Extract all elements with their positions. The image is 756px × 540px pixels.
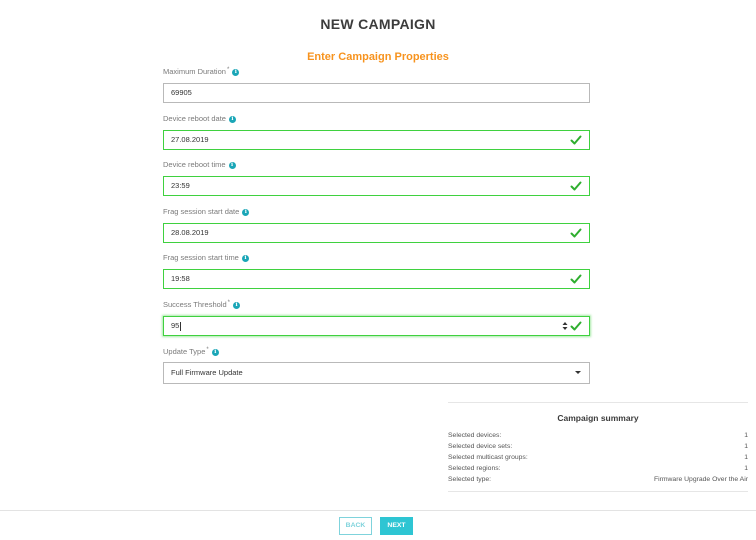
page-title: NEW CAMPAIGN xyxy=(320,16,436,32)
maximum-duration-field: Maximum Duration * i 69905 xyxy=(163,67,590,103)
field-label-text: Maximum Duration xyxy=(163,67,226,76)
field-label: Update Type * i xyxy=(163,347,590,357)
device-reboot-time-field: Device reboot time i 23:59 xyxy=(163,160,590,196)
required-mark: * xyxy=(206,347,209,353)
summary-row: Selected devices: 1 xyxy=(448,430,748,441)
input-value: 69905 xyxy=(171,88,192,97)
text-cursor xyxy=(180,321,182,331)
required-mark: * xyxy=(226,67,230,73)
check-icon xyxy=(570,135,582,145)
field-label-text: Update Type xyxy=(163,347,206,356)
frag-session-start-date-field: Frag session start date i 28.08.2019 xyxy=(163,207,590,243)
field-label: Frag session start date i xyxy=(163,207,590,217)
campaign-summary-panel: Campaign summary Selected devices: 1 Sel… xyxy=(448,402,748,492)
device-reboot-time-input[interactable]: 23:59 xyxy=(163,176,590,196)
info-icon[interactable]: i xyxy=(242,208,250,216)
check-icon xyxy=(570,274,582,284)
summary-row-label: Selected devices: xyxy=(448,432,502,439)
input-value: 95 xyxy=(171,321,180,330)
input-value: 23:59 xyxy=(171,181,190,190)
info-icon[interactable]: i xyxy=(241,254,249,262)
spinner-arrows-icon[interactable] xyxy=(562,321,568,331)
summary-row-label: Selected type: xyxy=(448,476,492,483)
summary-title: Campaign summary xyxy=(557,413,639,423)
input-value: 19:58 xyxy=(171,274,190,283)
device-reboot-date-input[interactable]: 27.08.2019 xyxy=(163,130,590,150)
summary-rows: Selected devices: 1 Selected device sets… xyxy=(448,430,748,485)
next-button[interactable]: NEXT xyxy=(380,517,413,535)
field-label-text: Frag session start date xyxy=(163,207,240,216)
check-icon xyxy=(570,321,582,331)
frag-session-start-date-input[interactable]: 28.08.2019 xyxy=(163,223,590,243)
summary-row: Selected device sets: 1 xyxy=(448,441,748,452)
summary-row: Selected type: Firmware Upgrade Over the… xyxy=(448,474,748,485)
update-type-field: Update Type * i Full Firmware Update xyxy=(163,347,590,384)
field-label: Device reboot time i xyxy=(163,160,590,170)
info-icon[interactable]: i xyxy=(228,161,236,169)
check-icon xyxy=(570,181,582,191)
field-label-text: Device reboot date xyxy=(163,114,226,123)
summary-row-value: 1 xyxy=(744,443,748,450)
field-label: Success Threshold * i xyxy=(163,300,590,310)
select-value: Full Firmware Update xyxy=(171,368,243,377)
field-label: Device reboot date i xyxy=(163,114,590,124)
input-value: 27.08.2019 xyxy=(171,135,209,144)
input-value: 28.08.2019 xyxy=(171,228,209,237)
info-icon[interactable]: i xyxy=(228,115,236,123)
field-label: Frag session start time i xyxy=(163,253,590,263)
frag-session-start-time-input[interactable]: 19:58 xyxy=(163,269,590,289)
success-threshold-input[interactable]: 95 xyxy=(163,316,590,336)
back-button[interactable]: BACK xyxy=(339,517,372,535)
summary-row: Selected multicast groups: 1 xyxy=(448,452,748,463)
field-label-text: Frag session start time xyxy=(163,253,239,262)
footer-divider xyxy=(0,510,756,511)
summary-row-value: 1 xyxy=(744,454,748,461)
check-icon xyxy=(570,228,582,238)
device-reboot-date-field: Device reboot date i 27.08.2019 xyxy=(163,114,590,150)
summary-row-label: Selected regions: xyxy=(448,465,501,472)
field-label-text: Success Threshold xyxy=(163,300,227,309)
info-icon[interactable]: i xyxy=(233,301,240,309)
summary-row-label: Selected device sets: xyxy=(448,443,513,450)
summary-row-value: 1 xyxy=(744,465,748,472)
update-type-select[interactable]: Full Firmware Update xyxy=(163,362,590,384)
summary-row-value: 1 xyxy=(744,432,748,439)
section-title: Enter Campaign Properties xyxy=(307,51,449,63)
summary-row: Selected regions: 1 xyxy=(448,463,748,474)
field-label-text: Device reboot time xyxy=(163,160,226,169)
required-mark: * xyxy=(227,300,230,306)
summary-row-value: Firmware Upgrade Over the Air xyxy=(653,476,748,483)
field-label: Maximum Duration * i xyxy=(163,67,590,77)
frag-session-start-time-field: Frag session start time i 19:58 xyxy=(163,253,590,289)
chevron-down-icon xyxy=(575,371,581,374)
summary-row-label: Selected multicast groups: xyxy=(448,454,528,461)
success-threshold-field: Success Threshold * i 95 xyxy=(163,300,590,336)
info-icon[interactable]: i xyxy=(232,68,240,76)
maximum-duration-input[interactable]: 69905 xyxy=(163,83,590,103)
info-icon[interactable]: i xyxy=(211,348,219,356)
